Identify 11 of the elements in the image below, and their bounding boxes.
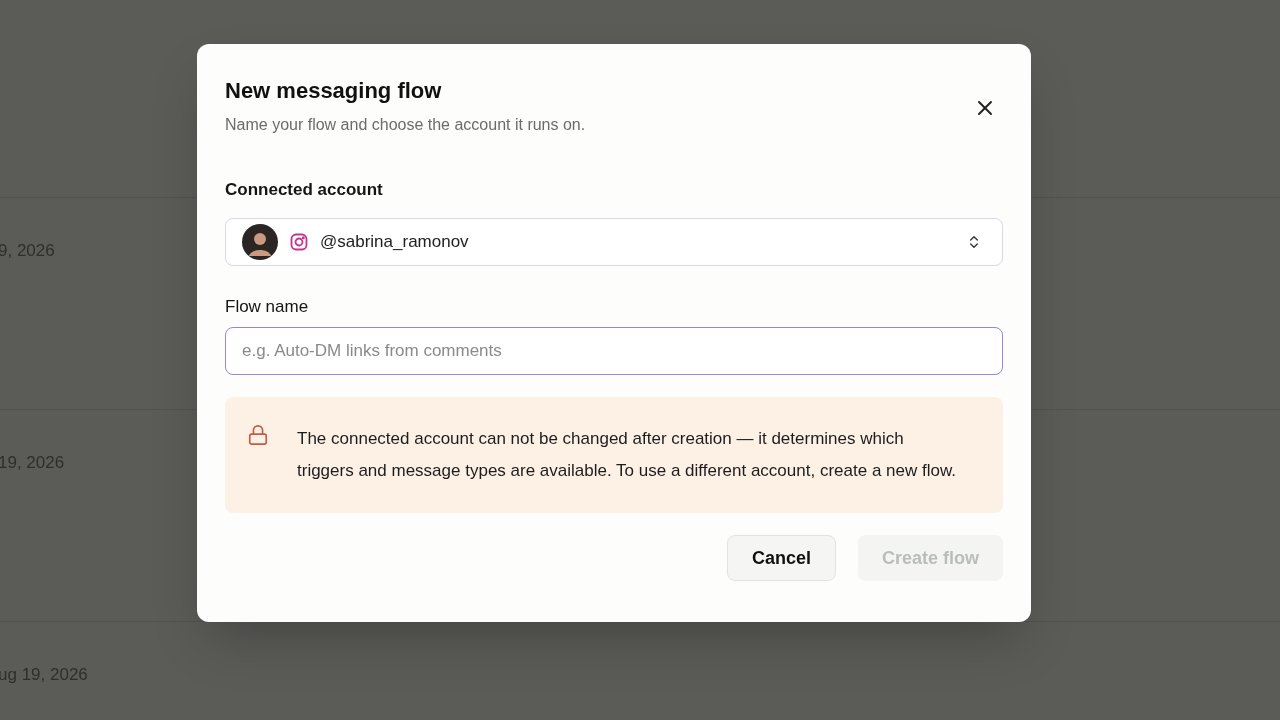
notice-text: The connected account can not be changed after creation — it determines which triggers and message types are available. To use a different account, create a new flow. — [297, 428, 957, 482]
field-label: Connected account — [225, 179, 384, 201]
account-select[interactable]: @sabrina_ramonov — [225, 217, 1003, 266]
field-label: Flow name — [225, 295, 310, 318]
lock-icon — [247, 424, 269, 446]
cancel-button[interactable]: Cancel — [726, 535, 836, 581]
avatar-icon — [242, 223, 278, 260]
camera-icon — [290, 232, 308, 251]
flow-name-field[interactable]: e.g. Auto-DM links from comments — [225, 327, 1003, 375]
dialog-title: New messaging flow — [225, 77, 443, 105]
dialog-subtitle: Name your flow and choose the account it runs on. — [225, 115, 586, 135]
